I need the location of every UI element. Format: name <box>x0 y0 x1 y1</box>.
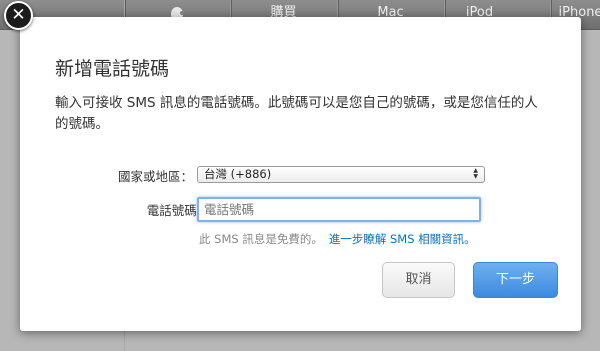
dialog-title: 新增電話號碼 <box>55 58 170 80</box>
cancel-button[interactable]: 取消 <box>382 262 455 298</box>
close-dialog-button[interactable]: ✕ <box>4 1 33 30</box>
close-icon: ✕ <box>11 5 26 25</box>
dialog-description: 輸入可接收 SMS 訊息的電話號碼。此號碼可以是您自己的號碼，或是您信任的人的號… <box>55 95 538 132</box>
sms-note: 此 SMS 訊息是免費的。 進一步瞭解 SMS 相關資訊。 <box>199 231 476 247</box>
phone-label: 電話號碼: <box>146 203 201 218</box>
add-phone-dialog: 新增電話號碼 輸入可接收 SMS 訊息的電話號碼。此號碼可以是您自己的號碼，或是… <box>20 17 581 331</box>
learn-more-sms-link[interactable]: 進一步瞭解 SMS 相關資訊。 <box>329 232 476 246</box>
country-select[interactable]: 台灣 (+886) ▲ ▼ <box>197 166 485 183</box>
sms-free-note: 此 SMS 訊息是免費的。 <box>199 232 323 246</box>
country-select-value: 台灣 (+886) <box>204 167 272 181</box>
country-label: 國家或地區： <box>117 169 193 184</box>
next-button[interactable]: 下一步 <box>473 262 558 298</box>
phone-number-input[interactable] <box>197 197 481 222</box>
select-arrows-icon: ▲ ▼ <box>473 167 478 180</box>
